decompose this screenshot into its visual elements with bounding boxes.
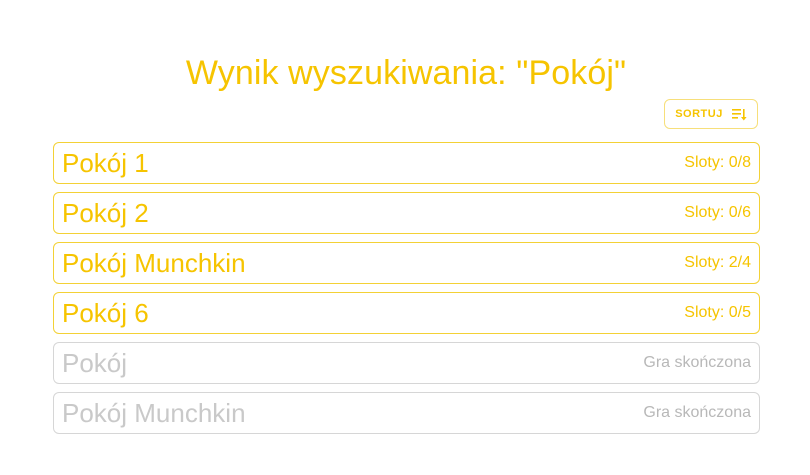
room-slots: Sloty: 0/8 [684,154,751,171]
room-slots: Sloty: 2/4 [684,254,751,271]
room-name: Pokój 1 [62,148,149,178]
room-item-finished[interactable]: Pokój Munchkin Gra skończona [53,392,760,434]
room-slots: Sloty: 0/5 [684,304,751,321]
sort-icon [731,109,747,121]
room-name: Pokój 2 [62,198,149,228]
room-name: Pokój Munchkin [62,398,246,428]
sort-button-label: SORTUJ [675,108,723,120]
room-list: Pokój 1 Sloty: 0/8 Pokój 2 Sloty: 0/6 Po… [53,142,760,442]
sort-button[interactable]: SORTUJ [664,99,758,129]
room-status-finished: Gra skończona [643,354,751,371]
room-name: Pokój 6 [62,298,149,328]
room-name: Pokój Munchkin [62,248,246,278]
room-item[interactable]: Pokój 6 Sloty: 0/5 [53,292,760,334]
room-name: Pokój [62,348,128,378]
room-status-finished: Gra skończona [643,404,751,421]
room-item[interactable]: Pokój 1 Sloty: 0/8 [53,142,760,184]
room-slots: Sloty: 0/6 [684,204,751,221]
room-item[interactable]: Pokój 2 Sloty: 0/6 [53,192,760,234]
page-title: Wynik wyszukiwania: "Pokój" [185,54,627,92]
room-item-finished[interactable]: Pokój Gra skończona [53,342,760,384]
room-item[interactable]: Pokój Munchkin Sloty: 2/4 [53,242,760,284]
